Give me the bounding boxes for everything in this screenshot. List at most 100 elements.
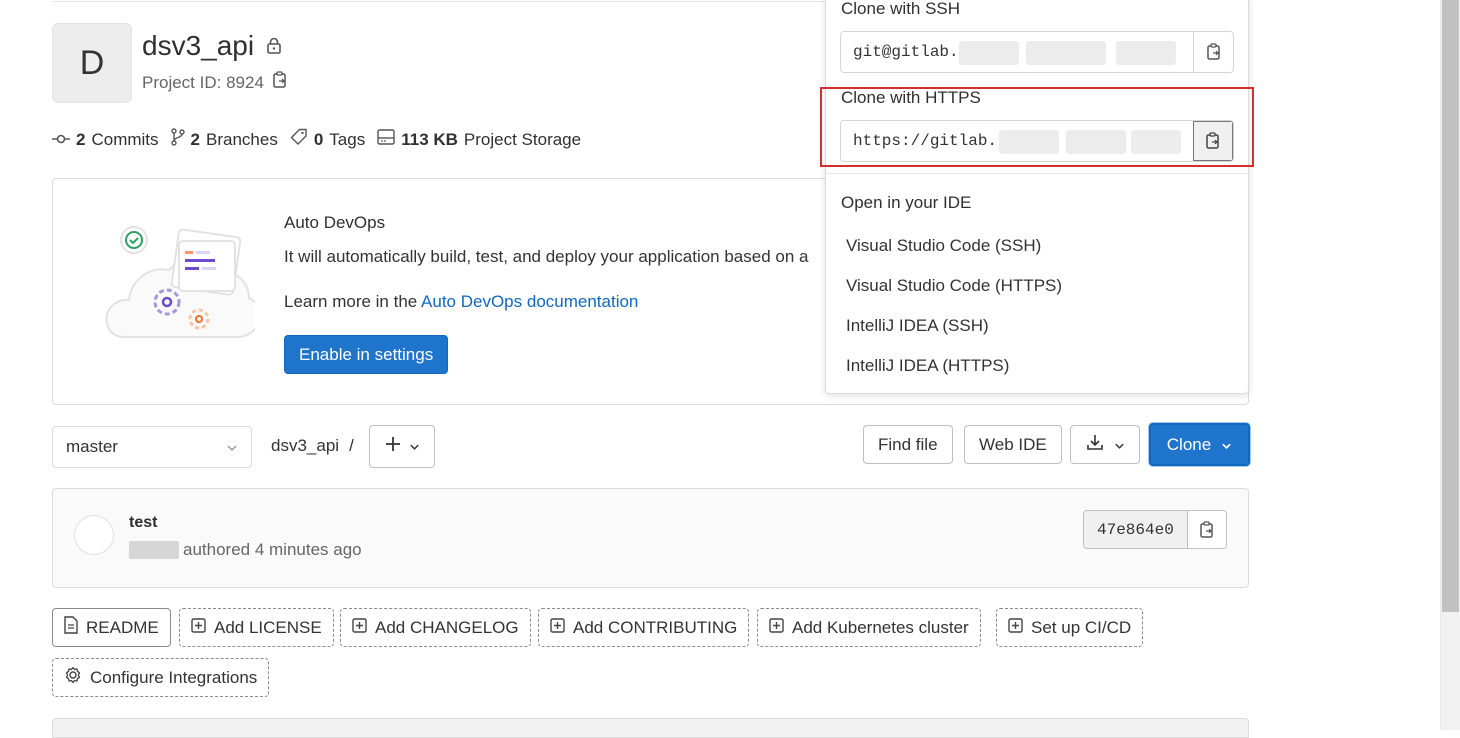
project-avatar: D — [52, 23, 132, 103]
enable-in-settings-button[interactable]: Enable in settings — [284, 335, 449, 374]
commit-meta: authored 4 minutes ago — [129, 540, 362, 560]
configure-integrations-label: Configure Integrations — [90, 667, 258, 687]
readme-label: README — [86, 617, 159, 637]
chevron-down-icon — [1221, 435, 1232, 455]
project-id-label: Project ID: 8924 — [142, 72, 264, 92]
project-title: dsv3_api — [142, 30, 282, 62]
plus-square-icon — [1008, 617, 1023, 638]
tags-count: 0 — [313, 129, 324, 149]
ssh-url-redacted — [1116, 41, 1176, 65]
commit-icon — [52, 130, 70, 150]
ssh-label: Clone with SSH — [841, 0, 961, 18]
chevron-down-icon — [1114, 435, 1125, 455]
add-changelog-button[interactable]: Add CHANGELOG — [340, 608, 531, 647]
commits-label: Commits — [91, 129, 159, 149]
find-file-button[interactable]: Find file — [863, 425, 953, 464]
ide-item-intellij-ssh[interactable]: IntelliJ IDEA (SSH) — [846, 316, 989, 336]
file-tree-header — [52, 718, 1249, 738]
commit-sha-group: 47e864e0 — [1083, 510, 1227, 549]
download-icon — [1086, 433, 1104, 456]
repo-breadcrumb: dsv3_api / — [271, 436, 354, 456]
add-changelog-label: Add CHANGELOG — [375, 617, 519, 637]
branches-label: Branches — [206, 129, 278, 149]
copy-project-id-icon[interactable] — [272, 71, 288, 94]
tag-icon — [290, 128, 308, 151]
plus-square-icon — [352, 617, 367, 638]
branches-stat[interactable]: 2 Branches — [170, 128, 278, 151]
commits-count: 2 — [76, 129, 86, 149]
copy-ssh-url-icon[interactable] — [1193, 32, 1233, 72]
devops-illustration-icon — [105, 207, 262, 357]
storage-label: Project Storage — [463, 129, 582, 149]
devops-learn-prefix: Learn more in the — [284, 292, 422, 311]
chevron-down-icon — [409, 438, 420, 456]
setup-cicd-label: Set up CI/CD — [1031, 617, 1132, 637]
ssh-url-redacted — [1026, 41, 1106, 65]
chevron-down-icon — [226, 437, 238, 457]
branch-name: master — [66, 437, 118, 456]
devops-description: It will automatically build, test, and d… — [284, 247, 809, 266]
plus-square-icon — [191, 617, 206, 638]
ssh-url-text: git@gitlab. — [853, 43, 959, 61]
download-button[interactable] — [1070, 425, 1140, 464]
ide-item-vscode-ssh[interactable]: Visual Studio Code (SSH) — [846, 236, 1041, 256]
commit-title[interactable]: test — [129, 514, 157, 532]
project-id: Project ID: 8924 — [142, 71, 288, 94]
devops-docs-link[interactable]: Auto DevOps documentation — [421, 292, 638, 311]
top-divider — [52, 1, 827, 2]
tags-label: Tags — [329, 129, 366, 149]
scrollbar-thumb[interactable] — [1442, 0, 1459, 612]
project-stats: 2 Commits 2 Branches 0 Tags 113 KB Proje… — [52, 128, 581, 151]
clone-button[interactable]: Clone — [1149, 423, 1250, 466]
branch-icon — [170, 128, 185, 151]
branches-count: 2 — [190, 129, 200, 149]
configure-integrations-button[interactable]: Configure Integrations — [52, 658, 270, 697]
devops-learn-more: Learn more in the Auto DevOps documentat… — [284, 292, 638, 312]
web-ide-button[interactable]: Web IDE — [964, 425, 1062, 464]
clone-dropdown: Clone with SSH git@gitlab. Clone with HT… — [825, 0, 1249, 394]
commit-author-redacted[interactable] — [129, 541, 179, 559]
ssh-url-field[interactable]: git@gitlab. — [841, 32, 1193, 72]
project-avatar-letter: D — [79, 43, 105, 82]
ide-item-vscode-https[interactable]: Visual Studio Code (HTTPS) — [846, 276, 1062, 296]
setup-cicd-button[interactable]: Set up CI/CD — [996, 608, 1144, 647]
plus-icon — [385, 436, 401, 457]
web-ide-label: Web IDE — [979, 434, 1047, 454]
add-license-button[interactable]: Add LICENSE — [179, 608, 334, 647]
find-file-label: Find file — [878, 434, 938, 454]
ssh-url-group: git@gitlab. — [840, 31, 1234, 73]
ssh-url-redacted — [959, 41, 1019, 65]
devops-title: Auto DevOps — [284, 213, 386, 232]
tags-stat[interactable]: 0 Tags — [290, 128, 365, 151]
file-icon — [64, 616, 78, 639]
add-to-tree-button[interactable] — [369, 425, 435, 468]
storage-icon — [377, 129, 395, 150]
ide-item-intellij-https[interactable]: IntelliJ IDEA (HTTPS) — [846, 356, 1009, 376]
plus-square-icon — [769, 617, 784, 638]
commits-stat[interactable]: 2 Commits — [52, 130, 159, 150]
add-kubernetes-label: Add Kubernetes cluster — [792, 617, 969, 637]
avatar[interactable] — [74, 515, 114, 555]
readme-button[interactable]: README — [52, 608, 171, 647]
add-kubernetes-button[interactable]: Add Kubernetes cluster — [757, 608, 981, 647]
clone-label: Clone — [1166, 434, 1212, 454]
project-name: dsv3_api — [142, 30, 255, 61]
add-contributing-label: Add CONTRIBUTING — [573, 617, 738, 637]
last-commit-panel: test authored 4 minutes ago 47e864e0 — [52, 488, 1249, 588]
add-license-label: Add LICENSE — [214, 617, 322, 637]
repo-path[interactable]: dsv3_api — [271, 436, 339, 456]
plus-square-icon — [550, 617, 565, 638]
commit-sha[interactable]: 47e864e0 — [1084, 511, 1188, 548]
copy-sha-icon[interactable] — [1187, 511, 1226, 548]
open-in-ide-label: Open in your IDE — [841, 193, 972, 212]
add-contributing-button[interactable]: Add CONTRIBUTING — [538, 608, 750, 647]
storage-stat[interactable]: 113 KB Project Storage — [377, 129, 581, 150]
commit-meta-text: authored 4 minutes ago — [183, 540, 362, 559]
storage-size: 113 KB — [401, 129, 458, 149]
path-separator: / — [349, 436, 354, 455]
highlight-annotation-box — [820, 87, 1254, 167]
branch-selector[interactable]: master — [52, 426, 252, 468]
dropdown-divider — [826, 173, 1248, 174]
gear-icon — [64, 666, 82, 689]
lock-icon — [266, 30, 282, 62]
